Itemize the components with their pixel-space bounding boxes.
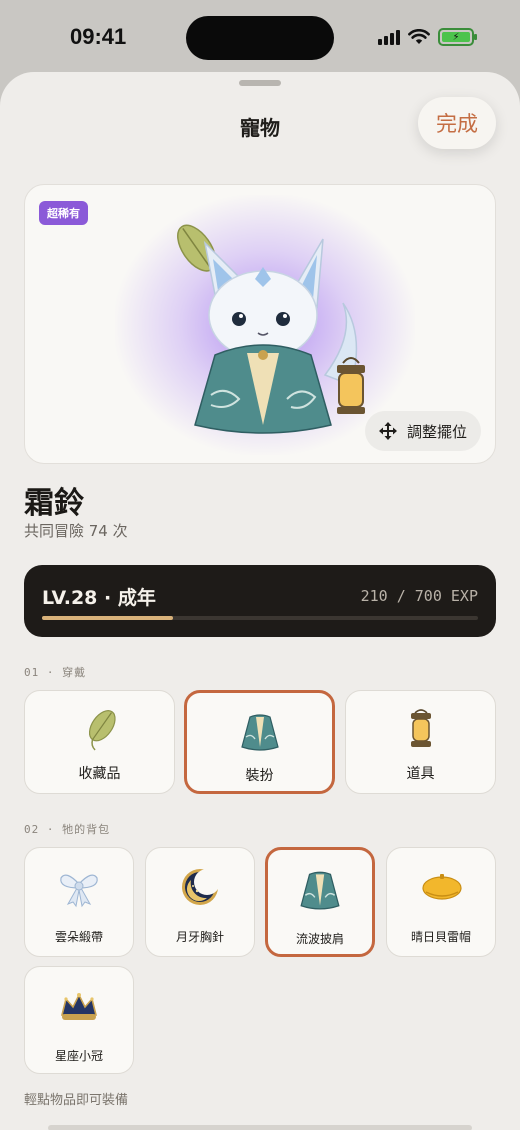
cloak-icon: [240, 714, 279, 751]
status-bar: 09:41 ⚡: [0, 0, 520, 72]
pet-name: 霜鈴: [24, 486, 84, 521]
level-card: LV.28 · 成年 210 / 700 EXP: [24, 565, 496, 637]
level-label: LV.28 · 成年: [42, 587, 156, 609]
equip-slot-collectible[interactable]: 收藏品: [24, 690, 175, 794]
leaf-icon: [88, 710, 116, 751]
bag-section-label: 02 · 牠的背包: [24, 823, 111, 836]
exp-progress-bar: [42, 616, 478, 620]
equip-slot-label: 收藏品: [78, 766, 121, 782]
rarity-badge: 超稀有: [39, 201, 88, 225]
equip-slot-tool[interactable]: 道具: [345, 690, 496, 794]
equip-slot-label: 裝扮: [245, 768, 274, 784]
bag-item[interactable]: 雲朵緞帶: [24, 847, 134, 957]
pet-sheet: 寵物 完成 超稀有 調整擺位 霜鈴 共同冒險 74 次 LV.28 · 成年 2…: [0, 72, 520, 1130]
pet-showcase: 超稀有 調整擺位: [24, 184, 496, 464]
beret-icon: [422, 874, 462, 900]
bag-item[interactable]: 流波披肩: [265, 847, 375, 957]
move-icon: [378, 422, 397, 440]
battery-charging-icon: ⚡: [438, 28, 477, 46]
exp-text: 210 / 700 EXP: [360, 587, 478, 605]
done-button[interactable]: 完成: [418, 97, 496, 149]
adjust-position-button[interactable]: 調整擺位: [364, 411, 481, 451]
dynamic-island: [186, 16, 334, 60]
bottom-scroll-indicator: [48, 1125, 472, 1130]
bag-item-label: 流波披肩: [295, 932, 344, 946]
exp-progress-fill: [42, 616, 173, 620]
adventure-count: 共同冒險 74 次: [24, 522, 128, 540]
bag-item[interactable]: 晴日貝雷帽: [386, 847, 496, 957]
bag-item-label: 月牙胸針: [175, 930, 224, 944]
lantern-accessory: [337, 357, 365, 414]
signal-icon: [378, 29, 400, 45]
bag-item[interactable]: 星座小冠: [24, 966, 134, 1074]
equip-hint: 輕點物品即可裝備: [24, 1093, 129, 1108]
equip-slot-label: 道具: [406, 766, 435, 782]
bag-item-label: 晴日貝雷帽: [410, 930, 471, 944]
pet-illustration: [177, 224, 365, 434]
crown-icon: [60, 993, 98, 1020]
status-time: 09:41: [70, 24, 127, 49]
crescent-moon-icon: [182, 869, 220, 905]
ribbon-icon: [60, 874, 98, 908]
bag-item-label: 雲朵緞帶: [54, 930, 103, 944]
lantern-icon: [410, 709, 431, 747]
wifi-icon: [408, 29, 430, 44]
adjust-position-label: 調整擺位: [406, 422, 467, 441]
equip-section-label: 01 · 穿戴: [24, 666, 87, 679]
cloak-icon: [300, 871, 340, 910]
bag-item[interactable]: 月牙胸針: [145, 847, 255, 957]
status-icons: ⚡: [378, 28, 477, 46]
bag-item-label: 星座小冠: [54, 1049, 103, 1063]
equip-slot-outfit[interactable]: 裝扮: [184, 690, 335, 794]
sheet-grabber[interactable]: [239, 80, 281, 86]
